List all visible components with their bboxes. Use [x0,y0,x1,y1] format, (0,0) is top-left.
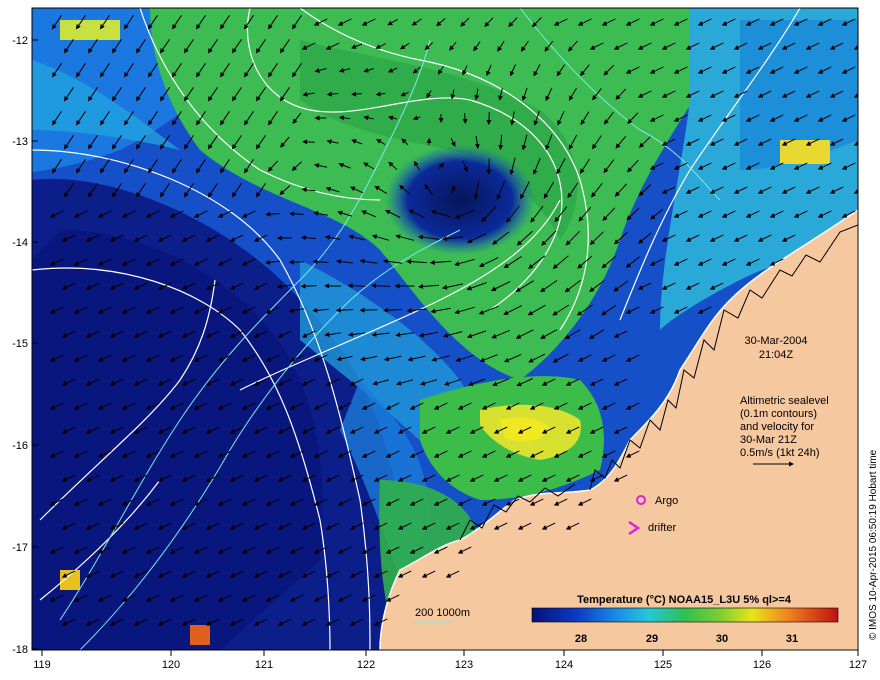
x-tick-label: 123 [455,659,473,671]
x-tick-label: 122 [357,659,375,671]
x-axis: 119 120 121 122 123 124 125 126 127 [33,650,867,671]
altimetry-line-3: and velocity for [740,421,814,433]
altimetry-line-4: 30-Mar 21Z [740,434,797,446]
colorbar-tick-label: 29 [646,633,658,645]
credit-text: © IMOS 10-Apr-2015 06:50:19 Hobart time [868,449,879,640]
altimetry-line-1: Altimetric sealevel [740,395,829,407]
drifter-label: drifter [648,522,676,534]
x-tick-label: 121 [255,659,273,671]
y-tick-label: -17 [12,542,28,554]
colorbar-tick-label: 28 [575,633,587,645]
velocity-arrow [359,307,378,313]
colorbar-tick-label: 30 [716,633,728,645]
velocity-arrow [486,158,492,175]
x-tick-label: 120 [162,659,180,671]
colorbar-title: Temperature (°C) NOAA15_L3U 5% ql>=4 [577,594,792,606]
colorbar [531,607,839,623]
y-tick-label: -13 [12,136,28,148]
colorbar-tick-label: 31 [786,633,798,645]
velocity-arrow [302,139,315,145]
depth-label: 200 1000m [415,607,470,619]
altimetry-line-2: (0.1m contours) [740,408,817,420]
y-tick-label: -12 [12,35,28,47]
sst-field [32,8,858,650]
argo-label: Argo [655,495,678,507]
y-tick-label: -16 [12,440,28,452]
x-tick-label: 126 [753,659,771,671]
datetime-line1: 30-Mar-2004 [745,335,808,347]
x-tick-label: 127 [849,659,867,671]
y-tick-label: -14 [12,237,28,249]
sst-map: 119 120 121 122 123 124 125 126 127 -12 -13 -14 -15… [12,7,879,671]
y-tick-label: -18 [12,644,28,656]
datetime-line2: 21:04Z [759,349,794,361]
velocity-arrow [486,111,492,125]
y-tick-label: -15 [12,338,28,350]
x-tick-label: 124 [555,659,573,671]
x-tick-label: 119 [33,659,51,671]
x-tick-label: 125 [654,659,672,671]
altimetry-line-5: 0.5m/s (1kt 24h) [740,447,819,459]
